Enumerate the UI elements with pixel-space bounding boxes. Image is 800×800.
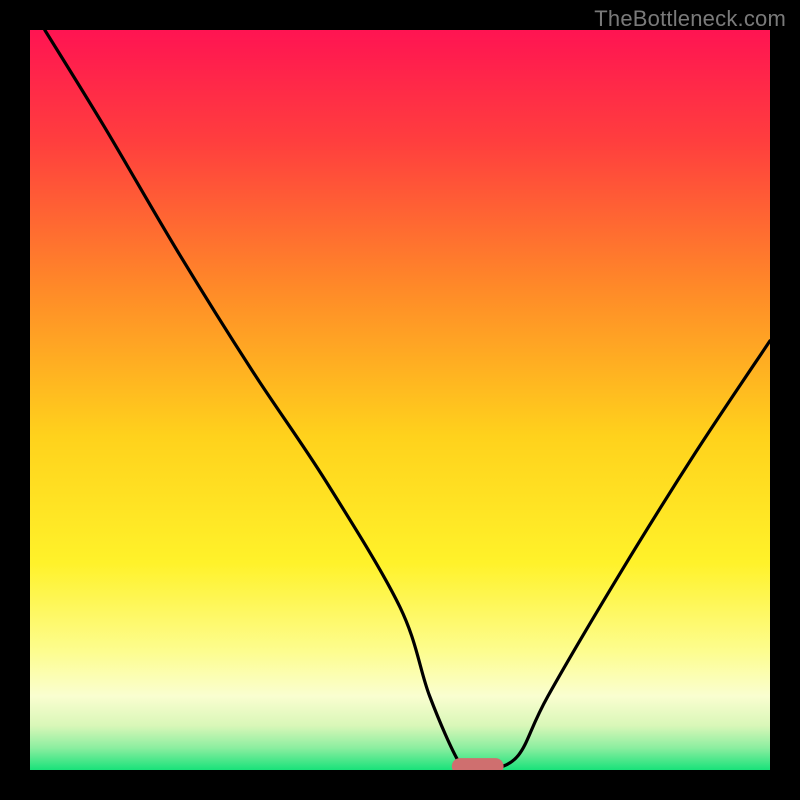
chart-frame: TheBottleneck.com	[0, 0, 800, 800]
optimal-marker	[452, 758, 504, 770]
watermark-text: TheBottleneck.com	[594, 6, 786, 32]
gradient-background	[30, 30, 770, 770]
bottleneck-chart	[30, 30, 770, 770]
plot-area	[30, 30, 770, 770]
